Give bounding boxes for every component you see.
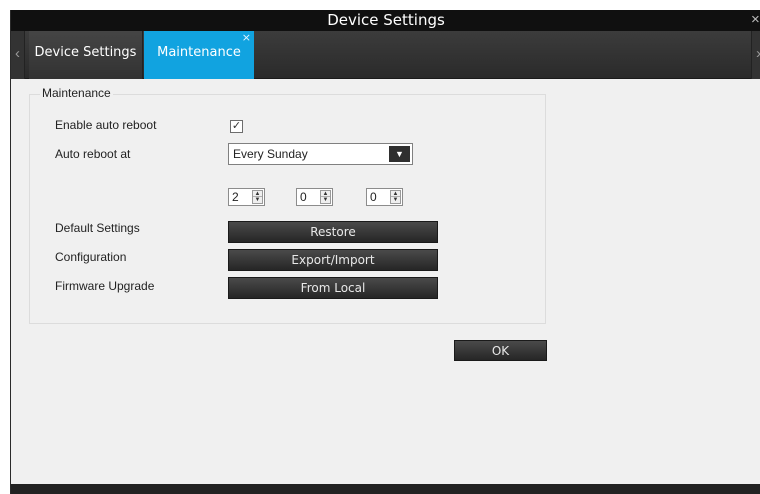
tab-scroll-right-icon[interactable]: › (751, 31, 760, 79)
reboot-day-value: Every Sunday (233, 147, 308, 161)
bottom-bar (11, 484, 760, 494)
window-title: Device Settings (327, 11, 445, 29)
tab-device-settings[interactable]: Device Settings (29, 31, 143, 79)
reboot-hour-stepper[interactable]: 2 ▲ ▼ (228, 188, 265, 206)
reboot-hour-value: 2 (232, 190, 239, 204)
reboot-day-select[interactable]: Every Sunday ▼ (228, 143, 413, 165)
stepper-buttons: ▲ ▼ (390, 190, 401, 204)
ok-button[interactable]: OK (454, 340, 547, 361)
decrement-icon[interactable]: ▼ (321, 197, 330, 203)
close-icon[interactable]: × (751, 10, 760, 30)
reboot-second-stepper[interactable]: 0 ▲ ▼ (366, 188, 403, 206)
tab-close-icon[interactable]: × (242, 32, 251, 44)
stepper-buttons: ▲ ▼ (320, 190, 331, 204)
tab-label: Maintenance (157, 45, 241, 60)
reboot-minute-value: 0 (300, 190, 307, 204)
default-settings-label: Default Settings (55, 221, 140, 235)
tab-maintenance[interactable]: Maintenance × (144, 31, 254, 79)
stepper-buttons: ▲ ▼ (252, 190, 263, 204)
configuration-label: Configuration (55, 250, 127, 264)
tab-scroll-left-icon[interactable]: ‹ (11, 31, 25, 79)
tab-bar: ‹ Device Settings Maintenance × › (11, 31, 760, 79)
from-local-button[interactable]: From Local (228, 277, 438, 299)
maintenance-group: Maintenance Enable auto reboot ✓ Auto re… (29, 86, 546, 324)
firmware-upgrade-label: Firmware Upgrade (55, 279, 155, 293)
tab-label: Device Settings (34, 45, 137, 60)
export-import-button[interactable]: Export/Import (228, 249, 438, 271)
group-title: Maintenance (40, 86, 113, 100)
decrement-icon[interactable]: ▼ (391, 197, 400, 203)
restore-button[interactable]: Restore (228, 221, 438, 243)
chevron-down-icon[interactable]: ▼ (389, 146, 410, 162)
auto-reboot-label: Enable auto reboot (55, 118, 157, 132)
device-settings-window: Device Settings × ‹ Device Settings Main… (10, 10, 760, 494)
decrement-icon[interactable]: ▼ (253, 197, 262, 203)
title-bar: Device Settings × (11, 10, 760, 31)
reboot-at-label: Auto reboot at (55, 147, 131, 161)
reboot-minute-stepper[interactable]: 0 ▲ ▼ (296, 188, 333, 206)
reboot-second-value: 0 (370, 190, 377, 204)
auto-reboot-checkbox[interactable]: ✓ (230, 120, 243, 133)
